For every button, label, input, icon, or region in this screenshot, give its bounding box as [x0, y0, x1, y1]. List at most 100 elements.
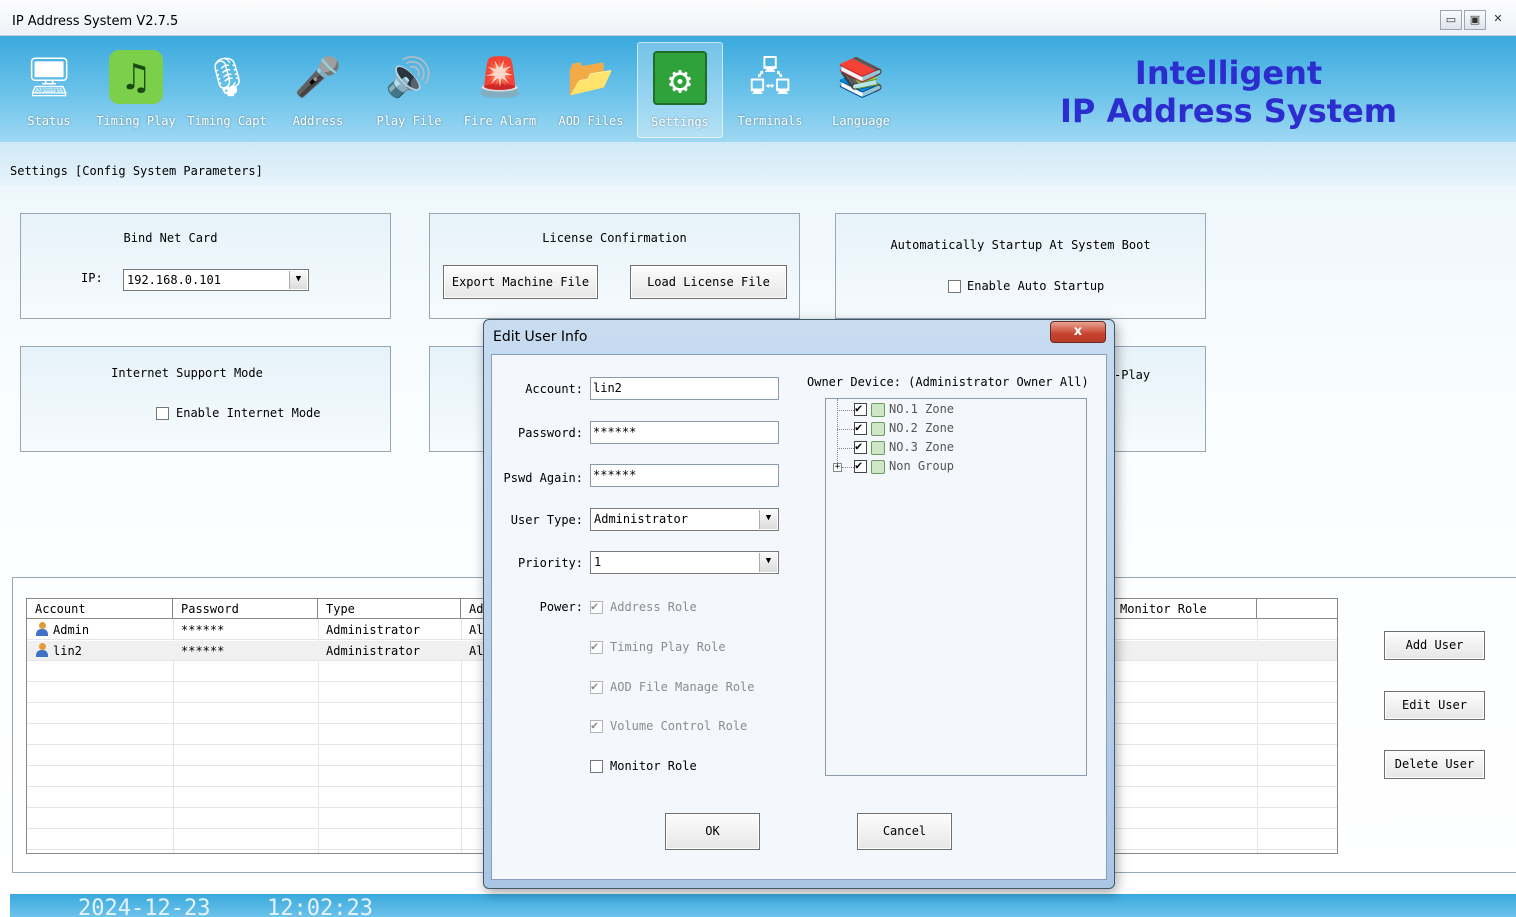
column-monitor-role[interactable]: Monitor Role	[1112, 599, 1257, 619]
toolbar-address[interactable]: 🎤 Address	[275, 42, 361, 138]
toolbar-label: Settings	[651, 115, 709, 129]
ip-label: IP:	[81, 271, 103, 285]
zone-3-checkbox[interactable]	[854, 439, 867, 454]
load-license-file-button[interactable]: Load License File	[630, 265, 787, 299]
minimize-button[interactable]: ▭	[1440, 10, 1462, 30]
expand-icon[interactable]: +	[833, 463, 842, 472]
chevron-down-icon: ▼	[289, 271, 307, 289]
cell-password: ******	[181, 644, 225, 658]
toolbar-play-file[interactable]: 🔊 Play File	[366, 42, 452, 138]
priority-select[interactable]: 1 ▼	[590, 551, 779, 574]
toolbar-timing-capt[interactable]: 🎙 Timing Capt	[184, 42, 270, 138]
user-type-label: User Type:	[510, 513, 583, 527]
enable-auto-startup-label: Enable Auto Startup	[967, 279, 1105, 293]
zone-2-checkbox[interactable]	[854, 420, 867, 435]
non-group-checkbox[interactable]	[854, 458, 867, 473]
toolbar-label: Fire Alarm	[463, 114, 537, 128]
music-note-icon: ♫	[109, 50, 163, 104]
zone-icon	[871, 441, 885, 455]
speaker-icon: 🔊	[385, 55, 433, 99]
volume-control-role-checkbox[interactable]	[590, 718, 603, 733]
cell-type: Administrator	[326, 623, 420, 637]
toolbar-status[interactable]: 🖥 Status	[6, 42, 92, 138]
priority-value: 1	[594, 555, 602, 569]
cell-type: Administrator	[326, 644, 420, 658]
settings-icon: ⚙	[653, 51, 707, 105]
password-input[interactable]: ******	[590, 421, 779, 444]
cell-ad: Al	[469, 644, 484, 658]
owner-device-label: Owner Device: (Administrator Owner All)	[807, 375, 1089, 389]
status-bar: 2024-12-23 12:02:23	[10, 894, 1516, 917]
status-monitor-icon: 🖥	[24, 55, 74, 99]
toolbar-language[interactable]: 📚 Language	[818, 42, 904, 138]
timing-play-role-checkbox[interactable]	[590, 639, 603, 654]
export-machine-file-button[interactable]: Export Machine File	[443, 265, 598, 299]
mic-waveform-icon: 🎤	[294, 55, 342, 99]
address-role-label: Address Role	[610, 600, 697, 614]
license-group: License Confirmation Export Machine File…	[429, 213, 800, 319]
monitor-role-checkbox[interactable]	[590, 760, 603, 773]
dialog-body: Account: lin2 Password: ****** Pswd Agai…	[491, 354, 1107, 880]
dialog-close-button[interactable]: x	[1050, 321, 1106, 343]
power-label: Power:	[539, 600, 583, 614]
toolbar-label: Timing Play	[96, 114, 176, 128]
edit-user-button[interactable]: Edit User	[1384, 691, 1485, 720]
toolbar-terminals[interactable]: 🖧 Terminals	[727, 42, 813, 138]
books-icon: 📚	[837, 55, 885, 99]
enable-internet-mode-checkbox[interactable]	[156, 407, 169, 420]
bind-net-card-group: Bind Net Card IP: 192.168.0.101 ▼	[20, 213, 391, 319]
column-password[interactable]: Password	[173, 599, 318, 619]
aod-file-manage-role-label: AOD File Manage Role	[610, 680, 755, 694]
close-window-button[interactable]: ✕	[1488, 10, 1508, 30]
aod-file-manage-role-checkbox[interactable]	[590, 679, 603, 694]
toolbar-timing-play[interactable]: ♫ Timing Play	[93, 42, 179, 138]
window-title: IP Address System V2.7.5	[12, 14, 179, 29]
ok-button[interactable]: OK	[665, 813, 760, 850]
cell-account: lin2	[53, 644, 82, 658]
pswd-again-input[interactable]: ******	[590, 464, 779, 487]
address-role-checkbox[interactable]	[590, 599, 603, 614]
cell-account: Admin	[53, 623, 90, 637]
toolbar-label: Language	[832, 114, 890, 128]
toolbar-aod-files[interactable]: 📂 AOD Files	[548, 42, 634, 138]
column-type[interactable]: Type	[318, 599, 461, 619]
brand-line2: IP Address System	[1060, 92, 1398, 130]
chevron-down-icon: ▼	[759, 553, 777, 572]
account-input[interactable]: lin2	[590, 377, 779, 400]
toolbar-fire-alarm[interactable]: 🚨 Fire Alarm	[457, 42, 543, 138]
enable-internet-mode-label: Enable Internet Mode	[176, 406, 321, 420]
brand-line1: Intelligent	[1134, 54, 1323, 92]
add-user-button[interactable]: Add User	[1384, 631, 1485, 660]
maximize-button[interactable]: ▣	[1464, 10, 1486, 30]
monitor-role-label: Monitor Role	[610, 759, 697, 773]
zone-icon	[871, 422, 885, 436]
password-label: Password:	[517, 426, 583, 440]
user-icon	[35, 622, 49, 636]
pswd-again-label: Pswd Again:	[503, 471, 583, 485]
window-titlebar: IP Address System V2.7.5 ▭ ▣ ✕	[0, 0, 1516, 36]
column-account[interactable]: Account	[27, 599, 173, 619]
priority-label: Priority:	[517, 556, 583, 570]
toolbar-label: Status	[27, 114, 71, 128]
main-toolbar: 🖥 Status ♫ Timing Play 🎙 Timing Capt 🎤 A…	[0, 36, 1516, 142]
brand-logo: Intelligent IP Address System	[1060, 54, 1397, 130]
timing-play-role-label: Timing Play Role	[610, 640, 726, 654]
column-extra	[1257, 599, 1337, 619]
non-group-label: Non Group	[889, 459, 955, 473]
internet-support-group: Internet Support Mode Enable Internet Mo…	[20, 346, 391, 452]
cancel-button[interactable]: Cancel	[857, 813, 952, 850]
toolbar-label: Play File	[376, 114, 442, 128]
breadcrumb-bar: Settings [Config System Parameters]	[0, 142, 1516, 186]
user-type-select[interactable]: Administrator ▼	[590, 508, 779, 531]
zone-icon	[871, 460, 885, 474]
volume-control-role-label: Volume Control Role	[610, 719, 748, 733]
ip-select[interactable]: 192.168.0.101 ▼	[123, 269, 309, 291]
delete-user-button[interactable]: Delete User	[1384, 750, 1485, 779]
enable-auto-startup-checkbox[interactable]	[948, 280, 961, 293]
internet-support-title: Internet Support Mode	[111, 366, 263, 380]
toolbar-settings[interactable]: ⚙ Settings	[637, 42, 723, 138]
zone-1-checkbox[interactable]	[854, 401, 867, 416]
toolbar-label: Terminals	[737, 114, 803, 128]
status-date: 2024-12-23	[78, 896, 211, 917]
owner-device-tree[interactable]: + NO.1 Zone NO.2 Zone NO.3 Zone Non Grou…	[825, 398, 1087, 776]
